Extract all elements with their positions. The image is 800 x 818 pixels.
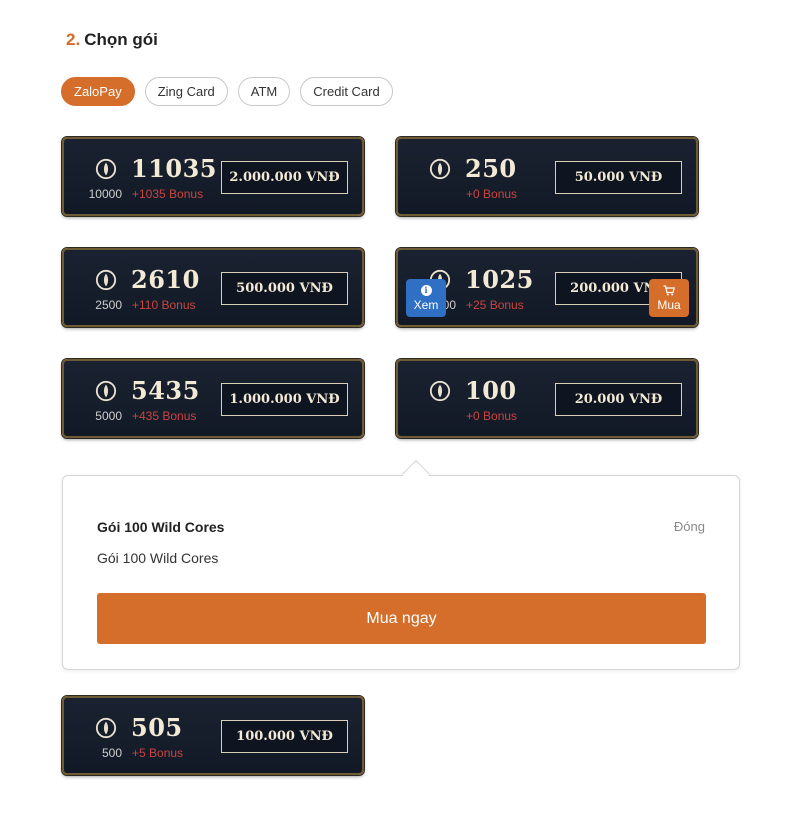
popup-title: Gói 100 Wild Cores [97,519,225,535]
package-base: 2500 [95,298,122,312]
wild-core-icon [95,380,117,402]
close-button[interactable]: Đóng [674,519,705,534]
package-amount: 505 [131,713,183,742]
package-price: 2.000.000 VNĐ [221,161,348,194]
buy-button[interactable]: Mua [649,279,689,317]
package-bonus: +5 Bonus [132,746,184,760]
package-base: 500 [101,746,122,760]
package-base: 5000 [95,409,122,423]
package-price: 1.000.000 VNĐ [221,383,348,416]
package-bonus: +110 Bonus [132,298,196,312]
package-card-250[interactable]: 250 +0 Bonus 50.000 VNĐ [396,137,698,216]
package-bonus: +1035 Bonus [132,187,204,201]
package-price: 50.000 VNĐ [555,161,682,194]
tab-credit-card[interactable]: Credit Card [300,77,393,106]
package-price: 500.000 VNĐ [221,272,348,305]
package-amount: 11035 [131,154,217,183]
package-price: 100.000 VNĐ [221,720,348,753]
section-label: Chọn gói [84,30,158,49]
wild-core-icon [429,380,451,402]
section-number: 2. [66,30,81,49]
package-bonus: +0 Bonus [466,187,518,201]
package-amount: 250 [465,154,517,183]
wild-core-icon [95,717,117,739]
info-icon: i [420,284,432,296]
package-price: 20.000 VNĐ [555,383,682,416]
tab-zalopay[interactable]: ZaloPay [61,77,135,106]
package-bonus: +435 Bonus [132,409,197,423]
package-card-100[interactable]: 100 +0 Bonus 20.000 VNĐ [396,359,698,438]
package-card-1025[interactable]: 1025 1000 +25 Bonus 200.000 VNĐ i Xem Mu… [396,248,698,327]
package-amount: 2610 [131,265,200,294]
package-card-2610[interactable]: 2610 2500 +110 Bonus 500.000 VNĐ [62,248,364,327]
wild-core-icon [95,269,117,291]
package-bonus: +0 Bonus [466,409,518,423]
package-card-5435[interactable]: 5435 5000 +435 Bonus 1.000.000 VNĐ [62,359,364,438]
payment-method-tabs: ZaloPay Zing Card ATM Credit Card [61,77,393,106]
section-title: 2. Chọn gói [66,30,158,50]
package-amount: 5435 [131,376,200,405]
package-bonus: +25 Bonus [466,298,524,312]
tab-zing-card[interactable]: Zing Card [144,77,228,106]
package-base: 10000 [88,187,122,201]
tab-atm[interactable]: ATM [237,77,291,106]
cart-icon [663,284,675,295]
package-amount: 1025 [465,265,534,294]
buy-button-label: Mua [657,297,681,312]
package-card-505[interactable]: 505 500 +5 Bonus 100.000 VNĐ [62,696,364,775]
popup-description: Gói 100 Wild Cores [97,550,219,566]
package-card-11035[interactable]: 11035 10000 +1035 Bonus 2.000.000 VNĐ [62,137,364,216]
package-amount: 100 [465,376,517,405]
buy-now-button[interactable]: Mua ngay [97,593,706,644]
view-button[interactable]: i Xem [406,279,446,317]
view-button-label: Xem [413,297,439,312]
wild-core-icon [95,158,117,180]
package-detail-popup: Gói 100 Wild Cores Đóng Gói 100 Wild Cor… [62,459,740,670]
popup-arrow [401,459,431,489]
wild-core-icon [429,158,451,180]
